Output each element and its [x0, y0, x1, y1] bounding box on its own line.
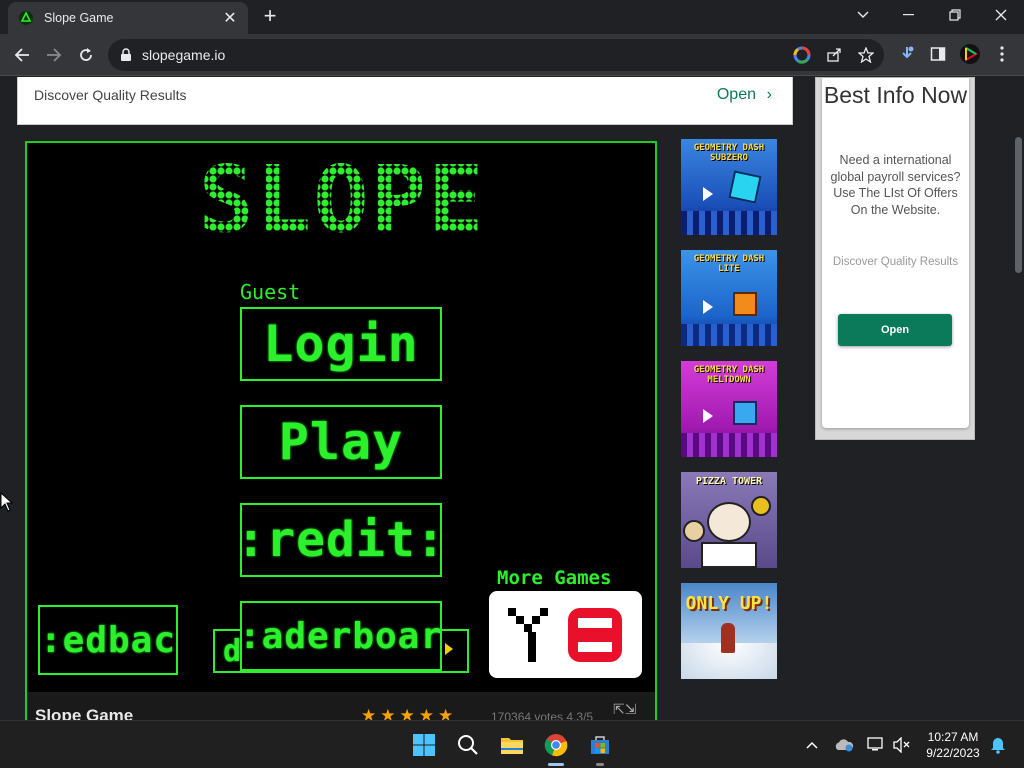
login-button[interactable]: Login — [240, 307, 442, 381]
share-icon[interactable] — [823, 44, 845, 66]
right-ad-body: Need a international global payroll serv… — [830, 153, 961, 217]
browser-tab-slope-game[interactable]: Slope Game ✕ — [8, 2, 248, 34]
game-frame[interactable]: SLOPE Guest Login Play :redit: :edbac d … — [25, 141, 657, 720]
y8-logo-button[interactable] — [489, 591, 642, 678]
play-triangle-icon — [703, 409, 713, 423]
minimize-icon[interactable] — [886, 0, 932, 30]
lock-icon[interactable] — [120, 48, 132, 62]
mouse-cursor-icon — [0, 492, 14, 512]
onedrive-cloud-icon[interactable] — [834, 735, 854, 755]
notification-bell-icon[interactable] — [988, 735, 1008, 755]
credits-button[interactable]: :redit: — [240, 503, 442, 577]
chef-face-icon — [707, 502, 751, 542]
scrollbar-thumb[interactable] — [1015, 137, 1022, 273]
play-triangle-icon — [703, 300, 713, 314]
y8-logo-icon — [507, 607, 622, 662]
guest-label: Guest — [240, 280, 301, 304]
top-ad-text: Discover Quality Results — [34, 87, 187, 103]
right-ad-small-text: Discover Quality Results — [832, 256, 959, 268]
thumb-only-up[interactable]: ONLY UP! — [681, 583, 777, 679]
slope-logo-text: SLOPE — [199, 159, 486, 239]
microsoft-store-icon[interactable] — [584, 729, 616, 761]
file-explorer-icon[interactable] — [496, 729, 528, 761]
right-ad[interactable]: Best Info Now Need a international globa… — [815, 77, 975, 440]
slope-logo: SLOPE — [199, 159, 486, 239]
play-button[interactable]: Play — [240, 405, 442, 479]
thumb-geometry-dash-subzero[interactable]: GEOMETRY DASH SUBZERO — [681, 139, 777, 235]
side-character-icon — [683, 520, 705, 542]
page-scrollbar[interactable] — [1012, 77, 1024, 720]
search-icon[interactable] — [452, 729, 484, 761]
cube-icon — [733, 292, 757, 316]
chevron-right-icon[interactable]: › — [767, 86, 772, 104]
back-arrow-icon[interactable] — [10, 43, 34, 67]
top-ad-open-link[interactable]: Open — [717, 86, 756, 104]
extension-download-icon[interactable] — [896, 43, 918, 65]
browser-titlebar: Slope Game ✕ + — [0, 0, 1024, 34]
thumb-label: GEOMETRY DASH MELTDOWN — [693, 365, 765, 385]
taskbar-clock[interactable]: 10:27 AM 9/22/2023 — [918, 729, 988, 761]
vote-count: 170364 votes 4.3/5 — [491, 710, 594, 720]
clock-date: 9/22/2023 — [926, 746, 980, 760]
running-app-indicator — [596, 763, 604, 766]
arrow-right-icon — [445, 643, 453, 655]
rating-stars[interactable]: ★★★★★ — [361, 706, 457, 720]
kebab-menu-icon[interactable] — [991, 43, 1013, 65]
slope-favicon-icon — [19, 11, 33, 25]
chrome-taskbar-icon[interactable] — [540, 729, 572, 761]
right-ad-card[interactable]: Best Info Now Need a international globa… — [822, 78, 969, 428]
network-icon[interactable] — [866, 735, 886, 755]
thumb-label: GEOMETRY DASH LITE — [693, 254, 765, 274]
thumb-label: GEOMETRY DASH SUBZERO — [693, 143, 765, 163]
character-icon — [721, 623, 735, 653]
browser-toolbar: slopegame.io — [0, 34, 1024, 76]
profile-avatar-icon[interactable] — [959, 43, 981, 65]
cube-icon — [728, 170, 762, 204]
google-lens-icon[interactable] — [791, 44, 813, 66]
play-triangle-icon — [703, 187, 713, 201]
right-ad-title: Best Info Now — [823, 82, 968, 108]
fullscreen-icon[interactable]: ⇱⇲ — [613, 701, 636, 718]
chevron-up-icon[interactable] — [802, 735, 822, 755]
tab-close-icon[interactable]: ✕ — [222, 8, 238, 28]
top-ad-banner[interactable]: Discover Quality Results Open › — [17, 77, 793, 125]
reload-icon[interactable] — [74, 43, 98, 67]
side-panel-icon[interactable] — [927, 43, 949, 65]
address-bar[interactable]: slopegame.io — [108, 39, 884, 71]
windows-start-icon[interactable] — [408, 729, 440, 761]
thumb-geometry-dash-lite[interactable]: GEOMETRY DASH LITE — [681, 250, 777, 346]
thumb-label: PIZZA TOWER — [695, 476, 763, 487]
close-window-icon[interactable] — [978, 0, 1024, 30]
thumb-pizza-tower[interactable]: PIZZA TOWER — [681, 472, 777, 568]
thumb-label: ONLY UP! — [685, 593, 773, 614]
url-text[interactable]: slopegame.io — [142, 47, 225, 63]
right-ad-open-button[interactable]: Open — [838, 314, 952, 346]
feedback-button[interactable]: :edbac — [38, 605, 178, 675]
thumb-geometry-dash-meltdown[interactable]: GEOMETRY DASH MELTDOWN — [681, 361, 777, 457]
clock-time: 10:27 AM — [927, 730, 979, 744]
cube-icon — [733, 401, 757, 425]
active-app-indicator — [548, 763, 564, 766]
restore-icon[interactable] — [932, 0, 978, 30]
windows-taskbar: 10:27 AM 9/22/2023 — [0, 720, 1024, 768]
bookmark-star-icon[interactable] — [855, 44, 877, 66]
volume-muted-icon[interactable] — [892, 735, 912, 755]
chef-body — [701, 542, 757, 568]
forward-arrow-icon[interactable] — [42, 43, 66, 67]
tab-search-chevron-icon[interactable] — [840, 0, 886, 30]
game-title: Slope Game — [35, 706, 134, 720]
web-page: Discover Quality Results Open › SLOPE Gu… — [0, 77, 1024, 720]
tab-title: Slope Game — [44, 11, 114, 25]
game-info-bar: Slope Game ★★★★★ 170364 votes 4.3/5 ⇱⇲ — [27, 692, 655, 720]
leaderboard-button[interactable]: :aderboar — [240, 601, 442, 671]
pizza-face-icon — [751, 496, 771, 516]
more-games-label[interactable]: More Games — [497, 567, 611, 589]
new-tab-button[interactable]: + — [258, 4, 282, 28]
